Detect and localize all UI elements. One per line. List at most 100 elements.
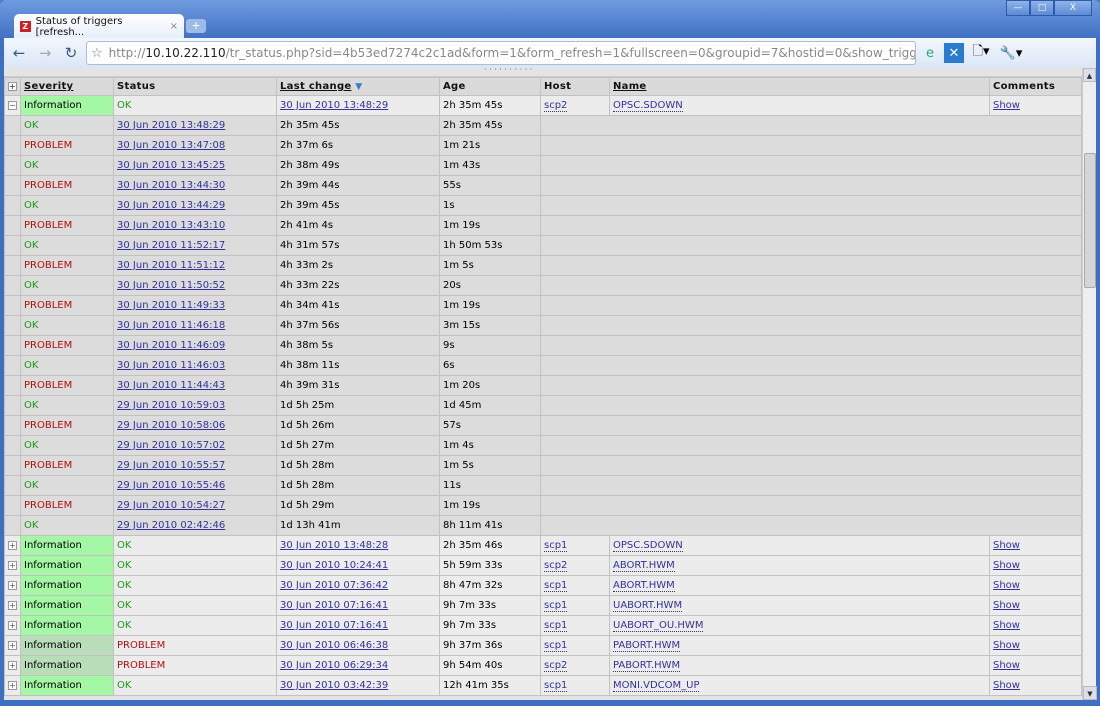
last-change-cell[interactable]: 30 Jun 2010 07:16:41 (276, 615, 440, 636)
expand-icon[interactable]: + (8, 621, 17, 630)
history-time-cell[interactable]: 29 Jun 2010 02:42:46 (113, 515, 277, 536)
history-time-cell[interactable]: 30 Jun 2010 11:51:12 (113, 255, 277, 276)
bookmark-star-icon[interactable]: ☆ (91, 46, 103, 61)
expand-icon[interactable]: + (8, 561, 17, 570)
host-link[interactable]: scp1 (544, 620, 568, 632)
history-time-cell[interactable]: 30 Jun 2010 11:46:18 (113, 315, 277, 336)
history-time-cell[interactable]: 30 Jun 2010 11:49:33 (113, 295, 277, 316)
scroll-down-icon[interactable]: ▼ (1083, 686, 1097, 700)
history-time-link[interactable]: 29 Jun 2010 02:42:46 (117, 520, 225, 531)
maximize-button[interactable]: □ (1030, 0, 1054, 16)
comments-show-link[interactable]: Show (993, 660, 1020, 671)
history-time-link[interactable]: 30 Jun 2010 13:48:29 (117, 120, 225, 131)
last-change-link[interactable]: 30 Jun 2010 07:16:41 (280, 620, 388, 631)
last-change-link[interactable]: 30 Jun 2010 13:48:28 (280, 540, 388, 551)
expand-cell[interactable]: + (4, 655, 21, 676)
trigger-name-link[interactable]: OPSC.SDOWN (613, 100, 683, 112)
history-time-link[interactable]: 30 Jun 2010 13:44:30 (117, 180, 225, 191)
last-change-link[interactable]: 30 Jun 2010 07:36:42 (280, 580, 388, 591)
host-link[interactable]: scp2 (544, 560, 568, 572)
scrollbar-thumb[interactable] (1084, 153, 1096, 288)
history-time-link[interactable]: 29 Jun 2010 10:59:03 (117, 400, 225, 411)
expand-cell[interactable]: + (4, 615, 21, 636)
history-time-cell[interactable]: 29 Jun 2010 10:55:46 (113, 475, 277, 496)
name-cell[interactable]: MONI.VDCOM_UP (609, 675, 990, 696)
history-time-link[interactable]: 30 Jun 2010 11:46:03 (117, 360, 225, 371)
host-cell[interactable]: scp1 (540, 535, 610, 556)
host-cell[interactable]: scp2 (540, 555, 610, 576)
name-cell[interactable]: PABORT.HWM (609, 635, 990, 656)
history-time-link[interactable]: 29 Jun 2010 10:58:06 (117, 420, 225, 431)
host-link[interactable]: scp2 (544, 660, 568, 672)
reload-icon[interactable]: ↻ (60, 42, 82, 64)
expand-icon[interactable]: + (8, 601, 17, 610)
expand-all-header[interactable]: + (4, 77, 21, 96)
trigger-name-link[interactable]: PABORT.HWM (613, 640, 681, 652)
expand-icon[interactable]: + (8, 681, 17, 690)
trigger-name-link[interactable]: UABORT_OU.HWM (613, 620, 704, 632)
trigger-name-link[interactable]: MONI.VDCOM_UP (613, 680, 700, 692)
comments-show-link[interactable]: Show (993, 100, 1020, 111)
last-change-cell[interactable]: 30 Jun 2010 13:48:29 (276, 95, 440, 116)
extension-icon[interactable]: ✕ (944, 43, 964, 63)
comments-cell[interactable]: Show (989, 575, 1082, 596)
last-change-link[interactable]: 30 Jun 2010 10:24:41 (280, 560, 388, 571)
back-icon[interactable]: ← (8, 42, 30, 64)
host-link[interactable]: scp1 (544, 640, 568, 652)
host-cell[interactable]: scp2 (540, 655, 610, 676)
comments-show-link[interactable]: Show (993, 560, 1020, 571)
history-time-link[interactable]: 30 Jun 2010 11:50:52 (117, 280, 225, 291)
history-time-cell[interactable]: 30 Jun 2010 13:48:29 (113, 115, 277, 136)
last-change-link[interactable]: 30 Jun 2010 06:29:34 (280, 660, 388, 671)
page-menu-icon[interactable]: 🗋▾ (968, 43, 994, 63)
history-time-link[interactable]: 29 Jun 2010 10:55:57 (117, 460, 225, 471)
last-change-cell[interactable]: 30 Jun 2010 07:16:41 (276, 595, 440, 616)
history-time-link[interactable]: 29 Jun 2010 10:54:27 (117, 500, 225, 511)
host-link[interactable]: scp1 (544, 540, 568, 552)
last-change-link[interactable]: 30 Jun 2010 03:42:39 (280, 680, 388, 691)
history-time-link[interactable]: 30 Jun 2010 11:52:17 (117, 240, 225, 251)
severity-header[interactable]: Severity (20, 77, 114, 96)
host-link[interactable]: scp1 (544, 680, 568, 692)
expand-icon[interactable]: + (8, 641, 17, 650)
last-change-header[interactable]: Last change ▼ (276, 77, 440, 96)
forward-icon[interactable]: → (34, 42, 56, 64)
host-cell[interactable]: scp1 (540, 675, 610, 696)
comments-cell[interactable]: Show (989, 595, 1082, 616)
last-change-link[interactable]: 30 Jun 2010 07:16:41 (280, 600, 388, 611)
host-cell[interactable]: scp1 (540, 615, 610, 636)
comments-cell[interactable]: Show (989, 615, 1082, 636)
history-time-cell[interactable]: 30 Jun 2010 11:52:17 (113, 235, 277, 256)
expand-icon[interactable]: + (8, 541, 17, 550)
comments-show-link[interactable]: Show (993, 600, 1020, 611)
expand-cell[interactable]: + (4, 555, 21, 576)
comments-show-link[interactable]: Show (993, 620, 1020, 631)
history-time-cell[interactable]: 30 Jun 2010 11:46:03 (113, 355, 277, 376)
history-time-cell[interactable]: 30 Jun 2010 11:50:52 (113, 275, 277, 296)
expand-cell[interactable]: + (4, 635, 21, 656)
history-time-link[interactable]: 30 Jun 2010 11:46:18 (117, 320, 225, 331)
last-change-cell[interactable]: 30 Jun 2010 06:46:38 (276, 635, 440, 656)
last-change-cell[interactable]: 30 Jun 2010 06:29:34 (276, 655, 440, 676)
history-time-cell[interactable]: 30 Jun 2010 13:47:08 (113, 135, 277, 156)
host-link[interactable]: scp2 (544, 100, 568, 112)
last-change-cell[interactable]: 30 Jun 2010 10:24:41 (276, 555, 440, 576)
history-time-link[interactable]: 30 Jun 2010 11:46:09 (117, 340, 225, 351)
expand-cell[interactable]: + (4, 535, 21, 556)
comments-cell[interactable]: Show (989, 535, 1082, 556)
comments-cell[interactable]: Show (989, 675, 1082, 696)
expand-cell[interactable]: + (4, 575, 21, 596)
host-link[interactable]: scp1 (544, 580, 568, 592)
expand-icon[interactable]: + (8, 581, 17, 590)
wrench-menu-icon[interactable]: 🔧▾ (998, 43, 1024, 63)
expand-cell[interactable]: + (4, 595, 21, 616)
close-window-button[interactable]: X (1054, 0, 1092, 16)
history-time-link[interactable]: 29 Jun 2010 10:57:02 (117, 440, 225, 451)
trigger-name-link[interactable]: UABORT.HWM (613, 600, 683, 612)
host-cell[interactable]: scp1 (540, 635, 610, 656)
history-time-link[interactable]: 30 Jun 2010 11:44:43 (117, 380, 225, 391)
history-time-link[interactable]: 30 Jun 2010 13:47:08 (117, 140, 225, 151)
expand-cell[interactable]: + (4, 675, 21, 696)
trigger-name-link[interactable]: PABORT.HWM (613, 660, 681, 672)
history-time-link[interactable]: 30 Jun 2010 13:45:25 (117, 160, 225, 171)
